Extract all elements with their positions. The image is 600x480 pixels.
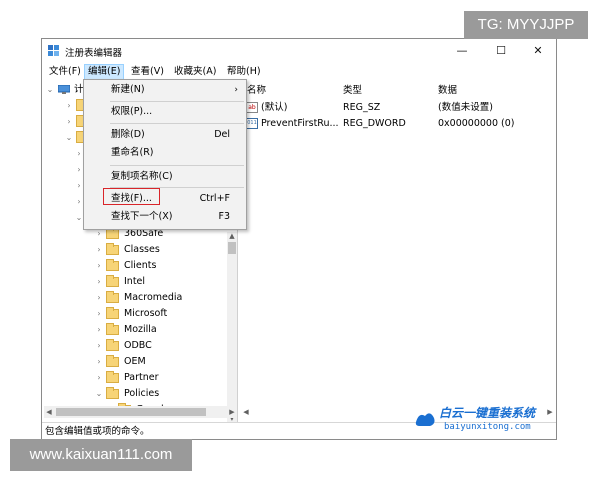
menu-separator (110, 123, 244, 124)
menu-item-delete[interactable]: 删除(D) Del (84, 126, 246, 144)
chevron-right-icon[interactable]: › (94, 258, 104, 274)
scrollbar-thumb[interactable] (228, 242, 236, 254)
baiyun-watermark: 白云一键重装系统 baiyunxitong.com (412, 402, 562, 438)
chevron-down-icon[interactable]: ⌄ (64, 130, 74, 146)
menu-item-copy-key-name[interactable]: 复制项名称(C) (84, 168, 246, 186)
binary-value-icon: 011 (246, 118, 258, 129)
baiyun-title: 白云一键重装系统 (439, 406, 536, 420)
folder-icon (106, 387, 119, 399)
tree-item[interactable]: › Mozilla (44, 322, 224, 338)
tree-item-label: Intel (124, 276, 146, 287)
tree-item[interactable]: › Intel (44, 274, 224, 290)
tree-item-label: Policies (124, 388, 160, 399)
tree-item[interactable]: › OEM (44, 354, 224, 370)
tree-item[interactable]: › Clients (44, 258, 224, 274)
tree-horizontal-scrollbar[interactable]: ◀ ▶ (44, 406, 237, 418)
chevron-right-icon[interactable]: › (94, 274, 104, 290)
folder-icon (106, 355, 119, 367)
title-bar: 注册表编辑器 — ☐ ✕ (42, 39, 556, 63)
menu-item-find-next[interactable]: 查找下一个(X) F3 (84, 208, 246, 226)
tree-item-label: Clients (124, 260, 157, 271)
value-row[interactable]: ab (默认) REG_SZ (数值未设置) (241, 100, 551, 116)
site-watermark: www.kaixuan111.com (10, 439, 192, 471)
tree-item[interactable]: › Microsoft (44, 306, 224, 322)
menu-help[interactable]: 帮助(H) (224, 65, 264, 79)
window-title: 注册表编辑器 (65, 48, 123, 59)
chevron-right-icon[interactable]: › (94, 322, 104, 338)
scroll-up-icon[interactable]: ▲ (227, 232, 237, 240)
chevron-right-icon[interactable]: › (94, 306, 104, 322)
value-data: (数值未设置) (438, 102, 493, 113)
menu-edit[interactable]: 编辑(E) (84, 64, 125, 80)
minimize-button[interactable]: — (447, 41, 477, 61)
chevron-right-icon[interactable]: › (64, 98, 74, 114)
column-header-data[interactable]: 数据 (438, 84, 457, 98)
tree-item-label: Partner (124, 372, 159, 383)
scroll-left-icon[interactable]: ◀ (241, 406, 251, 418)
tree-vertical-scrollbar[interactable]: ▲ ▼ (227, 232, 237, 422)
close-button[interactable]: ✕ (523, 41, 553, 61)
folder-icon (106, 243, 119, 255)
value-type: REG_DWORD (343, 118, 406, 129)
regedit-app-icon (48, 45, 59, 56)
column-header-type[interactable]: 类型 (343, 84, 362, 98)
tree-item[interactable]: › Classes (44, 242, 224, 258)
chevron-right-icon[interactable]: › (64, 114, 74, 130)
menu-item-new[interactable]: 新建(N) › (84, 81, 246, 99)
value-type: REG_SZ (343, 102, 381, 113)
chevron-right-icon[interactable]: › (94, 354, 104, 370)
menu-file[interactable]: 文件(F) (46, 65, 84, 79)
column-header-name[interactable]: 名称 (247, 84, 266, 98)
tree-item-label: Macromedia (124, 292, 183, 303)
tree-item-label: Microsoft (124, 308, 168, 319)
folder-icon (106, 371, 119, 383)
value-name: (默认) (261, 102, 288, 113)
folder-icon (106, 275, 119, 287)
chevron-right-icon[interactable]: › (94, 338, 104, 354)
tree-item-label: OEM (124, 356, 146, 367)
scroll-left-icon[interactable]: ◀ (44, 406, 54, 418)
edit-menu-dropdown: 新建(N) › 权限(P)... 删除(D) Del 重命名(R) 复制项名称(… (83, 79, 247, 230)
chevron-right-icon[interactable]: › (94, 370, 104, 386)
maximize-button[interactable]: ☐ (486, 41, 516, 61)
folder-icon (106, 291, 119, 303)
tree-item[interactable]: ⌄ Policies (44, 386, 224, 402)
scroll-right-icon[interactable]: ▶ (227, 406, 237, 418)
menu-bar: 文件(F) 编辑(E) 查看(V) 收藏夹(A) 帮助(H) (42, 63, 556, 80)
tree-item-label: Classes (124, 244, 160, 255)
chevron-down-icon[interactable]: ⌄ (94, 386, 104, 402)
folder-icon (106, 259, 119, 271)
tree-item[interactable]: › Macromedia (44, 290, 224, 306)
folder-icon (106, 307, 119, 319)
baiyun-url: baiyunxitong.com (444, 422, 531, 432)
menu-separator (110, 101, 244, 102)
menu-view[interactable]: 查看(V) (128, 65, 167, 79)
scrollbar-thumb[interactable] (56, 408, 206, 416)
folder-icon (106, 339, 119, 351)
string-value-icon: ab (246, 102, 258, 113)
tree-item[interactable]: › Partner (44, 370, 224, 386)
tree-item-label: Mozilla (124, 324, 157, 335)
value-row[interactable]: 011 PreventFirstRu... REG_DWORD 0x000000… (241, 116, 551, 132)
folder-icon (106, 227, 119, 239)
tree-item[interactable]: › ODBC (44, 338, 224, 354)
chevron-right-icon[interactable]: › (94, 242, 104, 258)
values-pane[interactable]: 名称 类型 数据 ab (默认) REG_SZ (数值未设置) 011 Prev… (241, 82, 555, 422)
menu-separator (110, 165, 244, 166)
chevron-right-icon[interactable]: › (94, 290, 104, 306)
menu-favorites[interactable]: 收藏夹(A) (171, 65, 219, 79)
computer-icon (58, 85, 70, 94)
value-data: 0x00000000 (0) (438, 118, 515, 129)
tree-item-label: ODBC (124, 340, 152, 351)
find-highlight-box (103, 188, 160, 205)
tg-watermark: TG: MYYJJPP (464, 11, 588, 39)
menu-item-rename[interactable]: 重命名(R) (84, 144, 246, 162)
chevron-down-icon[interactable]: ⌄ (45, 82, 55, 98)
baiyun-logo-icon (415, 413, 435, 426)
menu-item-permissions[interactable]: 权限(P)... (84, 103, 246, 121)
chevron-right-icon: › (234, 85, 238, 95)
value-name: PreventFirstRu... (261, 118, 339, 129)
folder-icon (106, 323, 119, 335)
